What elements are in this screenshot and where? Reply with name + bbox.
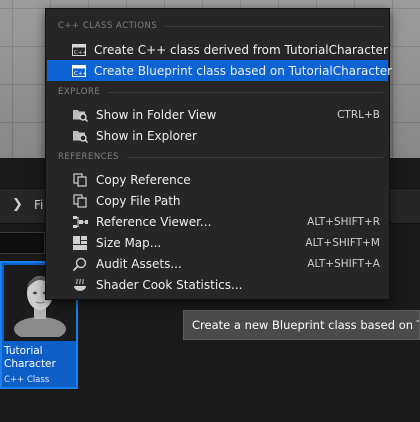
- menu-item-label: Size Map...: [96, 235, 162, 250]
- copy-icon: [72, 193, 88, 209]
- menu-item-copy-reference[interactable]: Copy Reference: [47, 169, 388, 190]
- asset-type: C++ Class: [4, 375, 50, 385]
- path-bar-text[interactable]: Fi: [34, 198, 43, 212]
- menu-item-shortcut: ALT+SHIFT+R: [307, 215, 380, 228]
- folder-search-icon: [72, 128, 88, 144]
- section-explore: EXPLORE: [58, 85, 383, 99]
- menu-item-size-map[interactable]: Size Map... ALT+SHIFT+M: [47, 232, 388, 253]
- search-input[interactable]: [0, 232, 45, 254]
- section-references: REFERENCES: [58, 150, 383, 164]
- menu-item-label: Shader Cook Statistics...: [96, 277, 243, 292]
- section-cpp-class-actions: C++ CLASS ACTIONS: [58, 19, 383, 33]
- menu-item-label: Copy Reference: [96, 172, 191, 187]
- context-menu: C++ CLASS ACTIONS C++ Create C++ class d…: [45, 8, 392, 300]
- section-title: EXPLORE: [58, 87, 101, 97]
- menu-item-shortcut: ALT+SHIFT+M: [305, 236, 380, 249]
- section-title: C++ CLASS ACTIONS: [58, 21, 158, 31]
- menu-item-shader-cook-statistics[interactable]: Shader Cook Statistics...: [47, 274, 388, 295]
- menu-item-audit-assets[interactable]: Audit Assets... ALT+SHIFT+A: [47, 253, 388, 274]
- svg-text:C++: C++: [74, 71, 86, 77]
- size-map-icon: [72, 235, 88, 251]
- folder-search-icon: [72, 107, 88, 123]
- menu-item-create-blueprint-class[interactable]: C++ Create Blueprint class based on Tuto…: [47, 60, 392, 81]
- menu-item-label: Copy File Path: [96, 193, 181, 208]
- menu-item-shortcut: CTRL+B: [337, 108, 380, 121]
- reference-viewer-icon: [72, 214, 88, 230]
- menu-item-show-in-folder-view[interactable]: Show in Folder View CTRL+B: [47, 104, 388, 125]
- menu-item-show-in-explorer[interactable]: Show in Explorer: [47, 125, 388, 146]
- asset-name: Tutorial Character: [4, 345, 56, 370]
- menu-item-label: Create Blueprint class based on Tutorial…: [94, 63, 393, 78]
- svg-text:C++: C++: [74, 50, 86, 56]
- blueprint-class-icon: C++: [72, 63, 86, 79]
- menu-item-create-cpp-class[interactable]: C++ Create C++ class derived from Tutori…: [47, 39, 388, 60]
- tooltip: Create a new Blueprint class based on Tu…: [183, 310, 420, 340]
- chevron-right-icon[interactable]: ❯: [12, 198, 23, 212]
- menu-item-reference-viewer[interactable]: Reference Viewer... ALT+SHIFT+R: [47, 211, 388, 232]
- menu-item-label: Show in Folder View: [96, 107, 217, 122]
- cpp-class-icon: C++: [72, 42, 86, 58]
- menu-item-label: Reference Viewer...: [96, 214, 212, 229]
- menu-item-copy-file-path[interactable]: Copy File Path: [47, 190, 388, 211]
- menu-item-shortcut: ALT+SHIFT+A: [307, 257, 380, 270]
- menu-item-label: Create C++ class derived from TutorialCh…: [94, 42, 388, 57]
- menu-item-label: Audit Assets...: [96, 256, 182, 271]
- section-title: REFERENCES: [58, 152, 119, 162]
- menu-item-label: Show in Explorer: [96, 128, 197, 143]
- copy-icon: [72, 172, 88, 188]
- shader-stats-icon: [72, 277, 88, 293]
- audit-icon: [72, 256, 88, 272]
